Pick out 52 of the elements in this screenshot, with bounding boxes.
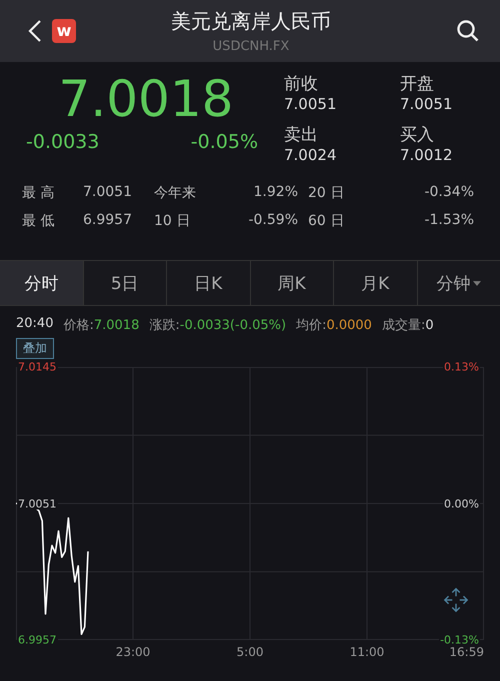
field-label: 买入 xyxy=(400,124,435,146)
axis-label: 23:00 xyxy=(116,645,150,659)
app-logo: w xyxy=(52,19,76,43)
stat-value: -0.34% xyxy=(423,184,475,202)
axis-label: 5:00 xyxy=(236,645,264,659)
axis-label: 16:59 xyxy=(449,645,484,659)
axis-label: 6.9957 xyxy=(17,634,58,646)
tab[interactable]: 周K xyxy=(250,261,334,305)
axis-label: -0.13% xyxy=(439,634,480,646)
axis-label: 0.00% xyxy=(443,498,480,509)
stat-label: 最 低 xyxy=(22,212,56,230)
stat-label: 20 日 xyxy=(308,184,346,202)
time-label: 20:40 xyxy=(16,316,54,333)
field-label: 前收 xyxy=(284,73,319,95)
info-item: 成交量:0 xyxy=(382,317,434,334)
stat-value: -0.59% xyxy=(247,212,299,230)
field-label: 卖出 xyxy=(284,124,319,146)
axis-label: 0.13% xyxy=(443,362,480,372)
stat-value: 7.0051 xyxy=(82,184,133,202)
stat-label: 60 日 xyxy=(308,212,346,230)
caret-icon xyxy=(473,280,482,286)
move-icon[interactable] xyxy=(442,586,470,614)
info-item: 价格:7.0018 xyxy=(63,317,140,334)
tab[interactable]: 月K xyxy=(334,261,418,305)
symbol-code: USDCNH.FX xyxy=(212,39,290,54)
price-value: 7.0018 xyxy=(58,72,234,127)
stat-label: 10 日 xyxy=(154,212,192,230)
field-value: 7.0051 xyxy=(400,95,454,113)
field-value: 7.0012 xyxy=(400,146,454,164)
field-label: 开盘 xyxy=(400,73,435,95)
tab[interactable]: 分时 xyxy=(0,261,84,305)
search-icon[interactable] xyxy=(456,19,480,43)
change-percent: -0.05% xyxy=(190,131,258,153)
axis-label: 11:00 xyxy=(350,645,384,659)
field-value: 7.0024 xyxy=(284,146,338,164)
dropdown-tab[interactable]: 分钟 xyxy=(418,261,500,305)
info-item: 涨跌:-0.0033(-0.05%) xyxy=(149,317,286,334)
field-value: 7.0051 xyxy=(284,95,338,113)
tab[interactable]: 日K xyxy=(167,261,250,305)
change-value: -0.0033 xyxy=(26,131,100,153)
info-item: 均价:0.0000 xyxy=(296,317,372,334)
stat-value: -1.53% xyxy=(423,212,475,230)
stat-label: 今年来 xyxy=(154,184,197,202)
stat-value: 6.9957 xyxy=(82,212,133,230)
overlay-button[interactable]: 叠加 xyxy=(16,338,54,359)
window-title: 美元兑离岸人民币 xyxy=(171,8,331,35)
stat-label: 最 高 xyxy=(22,184,56,202)
axis-label: 7.0145 xyxy=(17,362,58,372)
back-icon[interactable] xyxy=(28,19,42,43)
tab[interactable]: 5日 xyxy=(84,261,167,305)
stat-value: 1.92% xyxy=(252,184,299,202)
axis-label: 7.0051 xyxy=(17,498,58,509)
